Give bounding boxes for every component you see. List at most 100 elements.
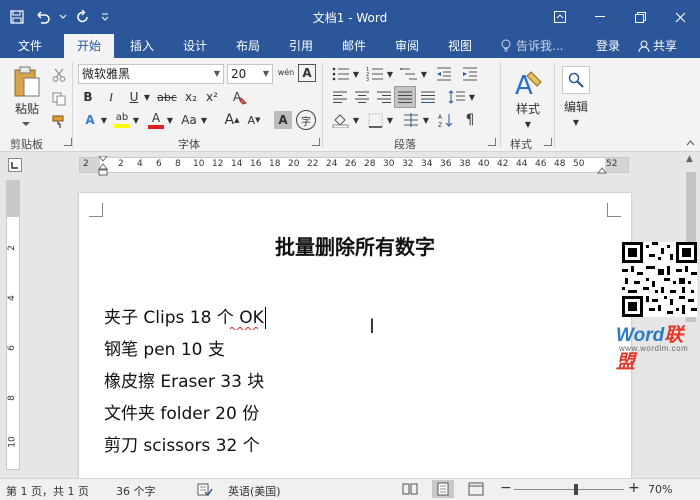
distributed-icon[interactable]: [418, 88, 438, 106]
text-highlight-icon[interactable]: ab: [112, 110, 132, 130]
proofing-icon[interactable]: [197, 482, 213, 499]
line-spacing-icon[interactable]: [446, 88, 468, 106]
document-line[interactable]: 文件夹 folder 20 份: [104, 399, 259, 424]
tab-layout[interactable]: 布局: [226, 34, 270, 58]
vertical-ruler[interactable]: 2 4 6 8 10: [6, 180, 20, 470]
borders-dropdown-icon[interactable]: ▼: [386, 111, 394, 129]
text-effects-dropdown-icon[interactable]: ▼: [100, 110, 108, 130]
sort-icon[interactable]: AZ: [436, 111, 456, 129]
subscript-button[interactable]: x₂: [182, 88, 200, 106]
tab-home[interactable]: 开始: [64, 34, 114, 58]
ribbon-display-options-icon[interactable]: [540, 4, 580, 30]
font-color-dropdown-icon[interactable]: ▼: [166, 110, 174, 130]
zoom-out-button[interactable]: −: [500, 480, 512, 496]
tab-selector[interactable]: [8, 158, 22, 172]
document-page[interactable]: 批量删除所有数字 夹子 Clips 18 个 OK 钢笔 pen 10 支 橡皮…: [79, 193, 631, 483]
editing-label[interactable]: 编辑: [556, 98, 596, 114]
font-color-icon[interactable]: A: [146, 110, 166, 130]
tab-references[interactable]: 引用: [279, 34, 323, 58]
zoom-slider-thumb[interactable]: [574, 484, 578, 495]
search-icon[interactable]: [562, 66, 590, 94]
web-layout-icon[interactable]: [468, 482, 484, 499]
close-icon[interactable]: [660, 4, 700, 30]
tab-mailings[interactable]: 邮件: [332, 34, 376, 58]
tab-insert[interactable]: 插入: [120, 34, 164, 58]
align-center-icon[interactable]: [352, 88, 372, 106]
clear-formatting-icon[interactable]: A: [230, 87, 250, 107]
paste-button-label[interactable]: 粘贴: [8, 100, 46, 116]
grow-font-icon[interactable]: A ▲: [222, 110, 242, 130]
chinese-layout-icon[interactable]: [400, 111, 422, 129]
bullets-dropdown-icon[interactable]: ▼: [352, 65, 360, 83]
italic-button[interactable]: I: [103, 88, 119, 106]
tab-design[interactable]: 设计: [173, 34, 217, 58]
tab-view[interactable]: 视图: [438, 34, 482, 58]
font-name-combo[interactable]: 微软雅黑 ▼: [78, 64, 224, 84]
right-indent-marker-icon[interactable]: [597, 164, 607, 174]
strikethrough-button[interactable]: abc: [156, 88, 178, 106]
minimize-icon[interactable]: [580, 4, 620, 30]
print-layout-icon[interactable]: [432, 480, 454, 498]
shading-icon[interactable]: [330, 111, 352, 129]
bold-button[interactable]: B: [80, 88, 96, 106]
collapse-ribbon-icon[interactable]: [684, 138, 696, 148]
tab-review[interactable]: 审阅: [385, 34, 429, 58]
restore-icon[interactable]: [620, 4, 660, 30]
font-launcher-icon[interactable]: [312, 138, 320, 146]
scroll-up-icon[interactable]: ▲: [686, 154, 693, 164]
document-heading[interactable]: 批量删除所有数字: [79, 231, 631, 260]
styles-label[interactable]: 样式: [508, 100, 548, 116]
tell-me-box[interactable]: 告诉我...: [500, 34, 563, 58]
paste-dropdown-icon[interactable]: [16, 118, 36, 130]
chinese-layout-dropdown-icon[interactable]: ▼: [422, 111, 430, 129]
styles-launcher-icon[interactable]: [544, 138, 552, 146]
document-line[interactable]: 钢笔 pen 10 支: [104, 335, 225, 360]
format-painter-icon[interactable]: [50, 113, 68, 131]
tab-file[interactable]: 文件: [8, 34, 52, 58]
copy-icon[interactable]: [50, 90, 68, 108]
change-case-button[interactable]: Aa: [178, 110, 200, 130]
styles-gallery-icon[interactable]: A: [510, 66, 546, 100]
read-mode-icon[interactable]: [402, 482, 418, 499]
font-size-combo[interactable]: 20 ▼: [227, 64, 273, 84]
paste-icon[interactable]: [10, 64, 44, 100]
horizontal-ruler[interactable]: 2 2 4 6 8 10 12 14 16 18 20 22 24 26 28 …: [79, 157, 629, 173]
multilevel-dropdown-icon[interactable]: ▼: [420, 65, 428, 83]
superscript-button[interactable]: x²: [203, 88, 221, 106]
indent-marker-icon[interactable]: [98, 156, 108, 176]
enclose-characters-icon[interactable]: 字: [296, 110, 316, 130]
cut-icon[interactable]: [50, 66, 68, 84]
shrink-font-icon[interactable]: A ▼: [244, 110, 264, 130]
shading-dropdown-icon[interactable]: ▼: [352, 111, 360, 129]
sign-in-link[interactable]: 登录: [596, 34, 620, 58]
language-status[interactable]: 英语(美国): [228, 483, 281, 499]
change-case-dropdown-icon[interactable]: ▼: [200, 110, 208, 130]
character-shading-icon[interactable]: A: [274, 111, 292, 129]
styles-dropdown-icon[interactable]: ▼: [518, 118, 538, 130]
underline-button[interactable]: U: [126, 88, 142, 106]
align-left-icon[interactable]: [330, 88, 350, 106]
clipboard-launcher-icon[interactable]: [64, 138, 72, 146]
line-spacing-dropdown-icon[interactable]: ▼: [468, 88, 476, 106]
bullets-icon[interactable]: [330, 65, 352, 83]
show-marks-icon[interactable]: ¶: [460, 111, 480, 129]
underline-dropdown-icon[interactable]: ▼: [142, 88, 152, 106]
decrease-indent-icon[interactable]: [434, 65, 454, 83]
increase-indent-icon[interactable]: [460, 65, 480, 83]
zoom-in-button[interactable]: +: [628, 480, 640, 496]
justify-icon[interactable]: [394, 86, 416, 108]
borders-icon[interactable]: [364, 111, 386, 129]
phonetic-guide-icon[interactable]: wén: [276, 63, 296, 83]
document-line[interactable]: 剪刀 scissors 32 个: [104, 431, 260, 456]
text-effects-icon[interactable]: A: [80, 110, 100, 130]
multilevel-list-icon[interactable]: [398, 65, 420, 83]
paragraph-launcher-icon[interactable]: [488, 138, 496, 146]
share-button[interactable]: 共享: [638, 34, 677, 58]
document-line[interactable]: 橡皮擦 Eraser 33 块: [104, 367, 264, 392]
zoom-level[interactable]: 70%: [648, 483, 672, 496]
editing-dropdown-icon[interactable]: ▼: [566, 116, 586, 128]
numbering-icon[interactable]: 123: [364, 65, 386, 83]
word-count-status[interactable]: 36 个字: [116, 483, 156, 499]
align-right-icon[interactable]: [374, 88, 394, 106]
zoom-slider[interactable]: [514, 489, 624, 490]
